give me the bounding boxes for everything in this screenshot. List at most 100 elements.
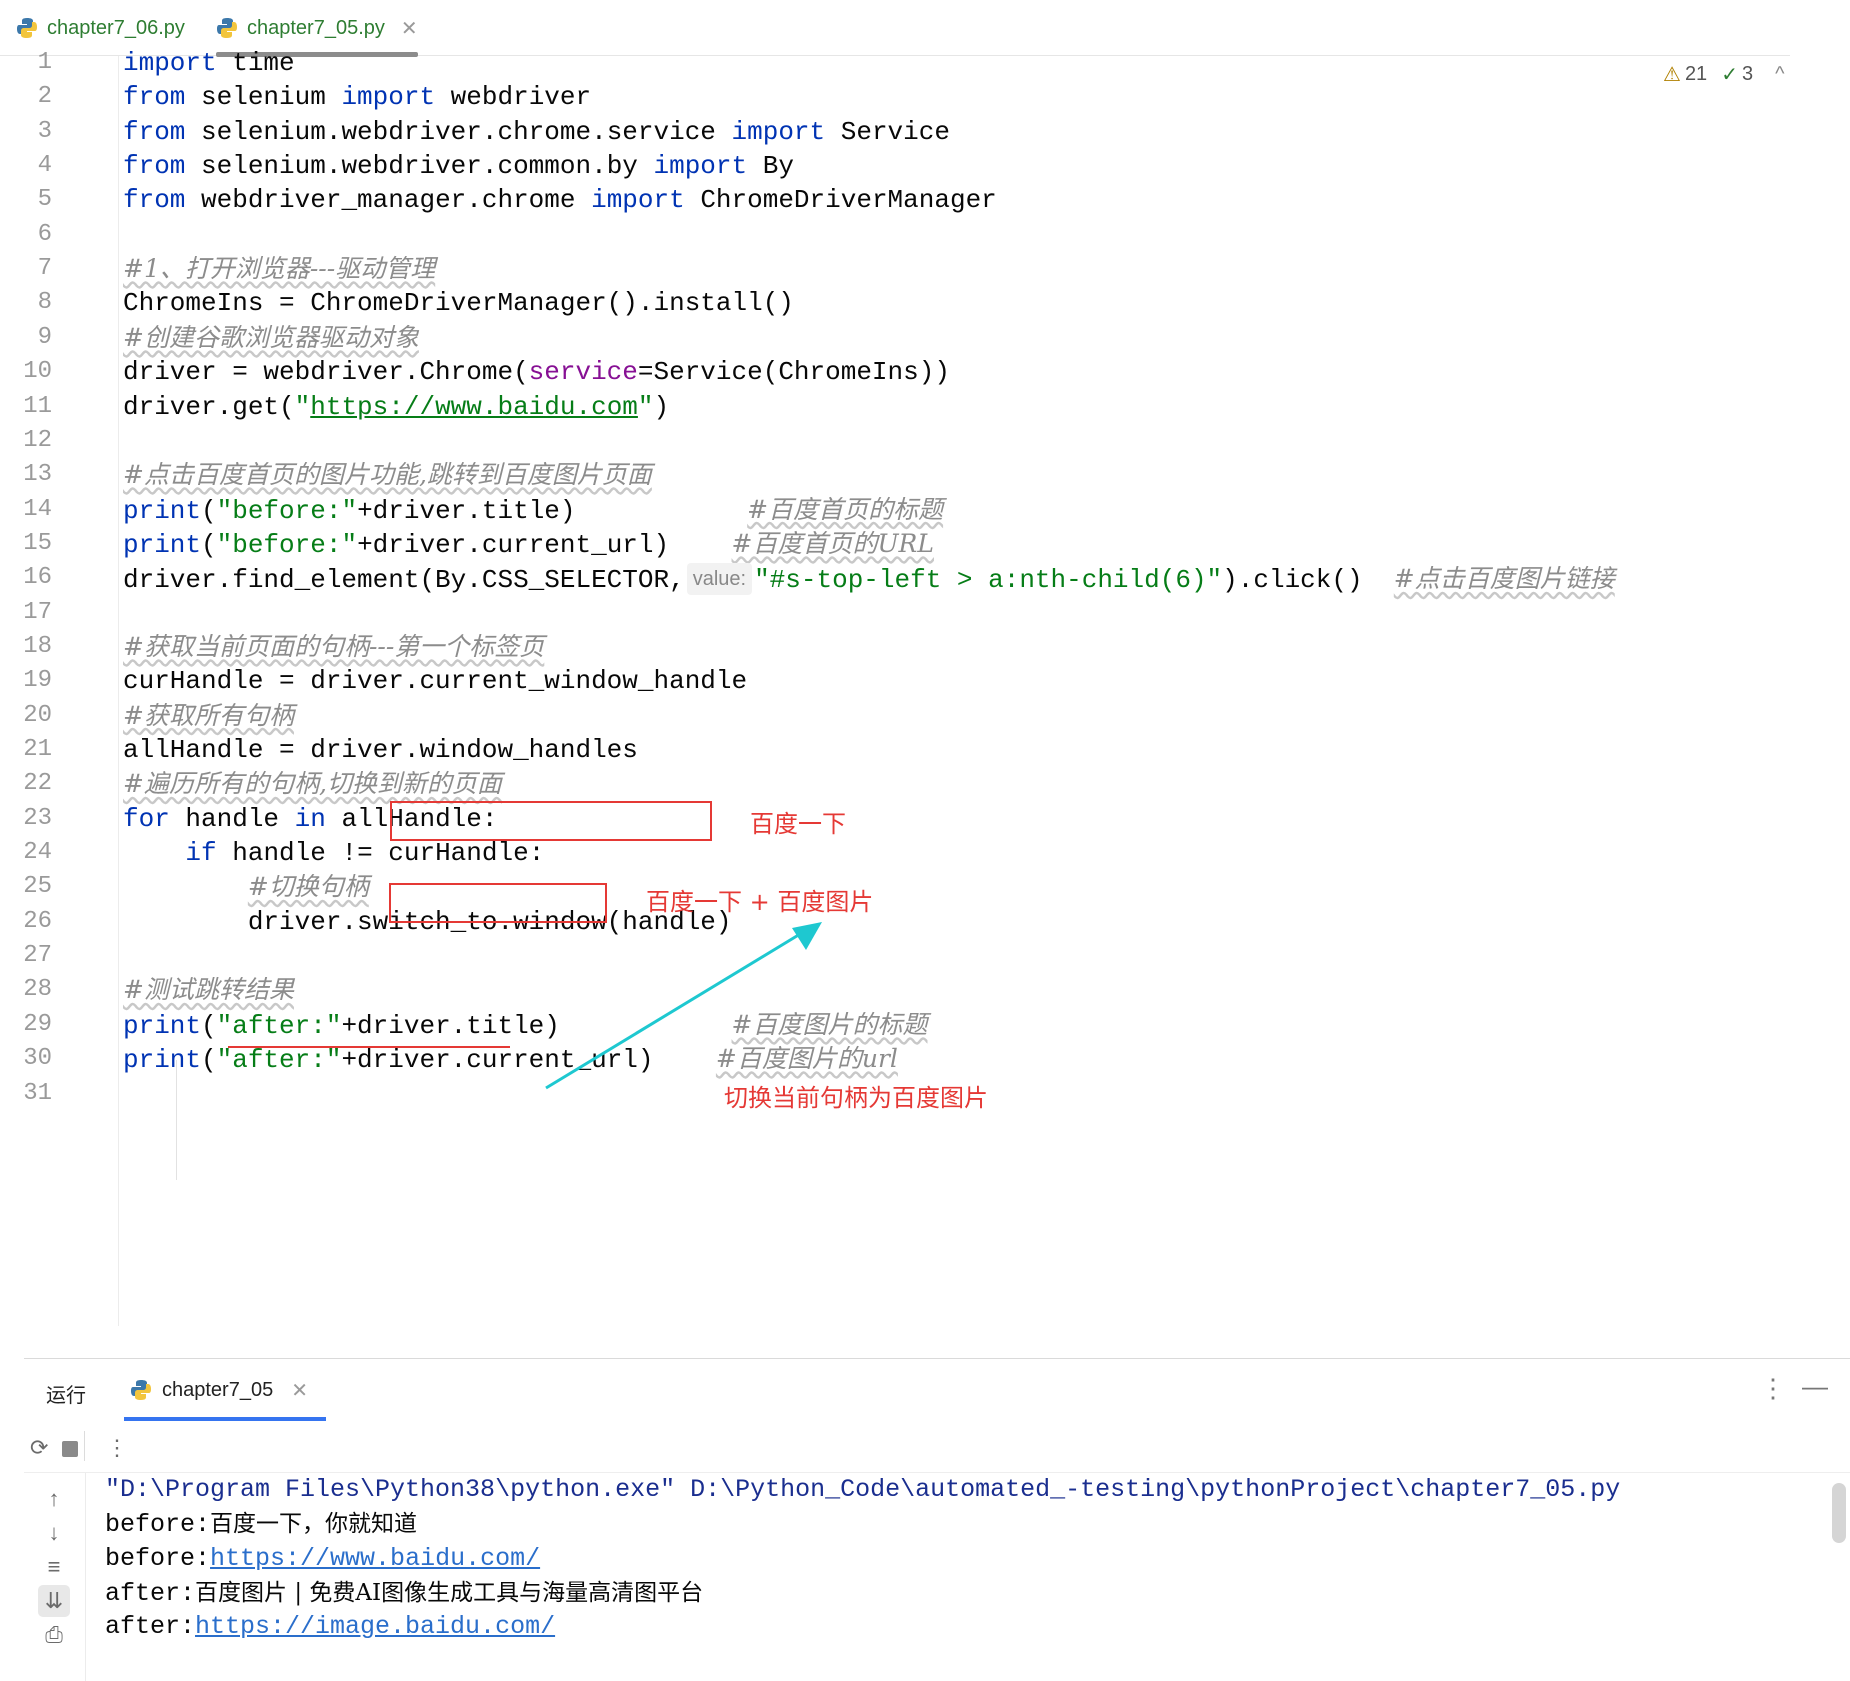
arrow-up-icon[interactable]: ↑ xyxy=(38,1483,70,1515)
console-line: before:https://www.baidu.com/ xyxy=(105,1543,541,1573)
annotation-arrow xyxy=(545,922,822,1090)
code-line[interactable]: driver = webdriver.Chrome(service=Servic… xyxy=(123,357,950,387)
code-line[interactable]: #测试跳转结果 xyxy=(123,975,294,1006)
line-number: 20 xyxy=(23,701,52,729)
console-side-toolbar: ↑ ↓ ≡ ⇊ ⎙ xyxy=(24,1473,86,1681)
line-number: 5 xyxy=(37,186,52,214)
python-file-icon xyxy=(17,18,37,38)
code-line[interactable]: curHandle = driver.current_window_handle xyxy=(123,666,747,696)
run-tool-window: 运行 chapter7_05 ✕ ⋮ — ⟳ ⋮ ↑ ↓ ≡ ⇊ ⎙ "D:\P… xyxy=(24,1358,1850,1681)
run-config-tab[interactable]: chapter7_05 ✕ xyxy=(124,1359,326,1421)
line-number: 30 xyxy=(23,1045,52,1073)
run-header: 运行 chapter7_05 ✕ ⋮ — xyxy=(24,1359,1850,1421)
scroll-to-end-icon[interactable]: ⇊ xyxy=(38,1585,70,1617)
line-number: 8 xyxy=(37,289,52,317)
line-number: 12 xyxy=(23,426,52,454)
line-number: 25 xyxy=(23,873,52,901)
code-editor[interactable]: ⚠ 21 ✓ 3 ^ 1 import time 2 from selenium im… xyxy=(0,48,1850,1338)
line-number: 2 xyxy=(37,83,52,111)
more-options-icon[interactable]: ⋮ xyxy=(1760,1373,1786,1404)
line-number: 4 xyxy=(37,152,52,180)
console-link[interactable]: https://image.baidu.com/ xyxy=(195,1612,555,1641)
arrow-down-icon[interactable]: ↓ xyxy=(38,1517,70,1549)
code-line[interactable]: #遍历所有的句柄,切换到新的页面 xyxy=(123,769,502,800)
code-line[interactable]: print("before:"+driver.title) #百度首页的标题 xyxy=(123,495,943,526)
line-number: 31 xyxy=(23,1079,52,1107)
arrow-shaft xyxy=(545,926,811,1090)
line-number: 6 xyxy=(37,220,52,248)
rerun-icon[interactable]: ⟳ xyxy=(30,1435,48,1461)
console-line: after:https://image.baidu.com/ xyxy=(105,1612,556,1642)
python-file-icon xyxy=(131,1380,151,1400)
print-icon[interactable]: ⎙ xyxy=(38,1619,70,1651)
line-number: 16 xyxy=(23,564,52,592)
code-line[interactable]: #获取所有句柄 xyxy=(123,701,294,732)
line-number: 23 xyxy=(23,804,52,832)
annotation-underline-if-condition xyxy=(228,1046,510,1048)
code-line[interactable]: #1、打开浏览器---驱动管理 xyxy=(123,254,435,285)
indent-guide xyxy=(176,1060,177,1180)
run-panel-title: 运行 xyxy=(46,1383,86,1407)
tab-label: chapter7_05.py xyxy=(247,16,385,39)
code-line[interactable]: import time xyxy=(123,48,295,78)
python-file-icon xyxy=(217,18,237,38)
run-toolbar: ⟳ ⋮ xyxy=(24,1421,1850,1473)
soft-wrap-icon[interactable]: ≡ xyxy=(38,1551,70,1583)
code-line[interactable]: #创建谷歌浏览器驱动对象 xyxy=(123,323,419,354)
code-line[interactable]: from webdriver_manager.chrome import Chr… xyxy=(123,185,997,215)
line-number: 13 xyxy=(23,461,52,489)
line-number: 3 xyxy=(37,117,52,145)
console-line: "D:\Program Files\Python38\python.exe" D… xyxy=(105,1475,1621,1504)
warning-count: 21 xyxy=(1684,63,1708,85)
line-number: 7 xyxy=(37,255,52,283)
code-line[interactable]: print("before:"+driver.current_url) #百度首… xyxy=(123,529,934,560)
line-number: 15 xyxy=(23,529,52,557)
tab-label: chapter7_06.py xyxy=(47,16,185,39)
line-number: 9 xyxy=(37,323,52,351)
code-line[interactable]: driver.get("https://www.baidu.com") xyxy=(123,392,669,422)
run-tab-label: chapter7_05 xyxy=(162,1378,274,1401)
line-number: 21 xyxy=(23,736,52,763)
minimize-icon[interactable]: — xyxy=(1802,1371,1828,1402)
code-line[interactable]: ChromeIns = ChromeDriverManager().instal… xyxy=(123,288,794,318)
line-number: 29 xyxy=(23,1010,52,1038)
line-number: 10 xyxy=(23,358,52,386)
line-number: 26 xyxy=(23,907,52,935)
line-number: 19 xyxy=(23,667,52,695)
chevron-up-icon[interactable]: ^ xyxy=(1775,63,1784,86)
check-icon: ✓ xyxy=(1721,64,1738,86)
ok-count: 3 xyxy=(1741,63,1754,85)
warning-icon: ⚠ xyxy=(1663,64,1681,86)
close-icon[interactable]: ✕ xyxy=(291,1378,308,1403)
toolbar-divider xyxy=(84,1431,85,1461)
line-number: 28 xyxy=(23,976,52,1004)
console-line: after:百度图片 | 免费AI图像生成工具与海量高清图平台 xyxy=(105,1578,704,1608)
close-icon[interactable]: ✕ xyxy=(401,16,418,41)
annotation-note-switch: 切换当前句柄为百度图片 xyxy=(724,1084,988,1112)
code-line[interactable]: #点击百度首页的图片功能,跳转到百度图片页面 xyxy=(123,460,652,491)
code-line[interactable]: from selenium.webdriver.chrome.service i… xyxy=(123,117,950,147)
stop-icon[interactable] xyxy=(62,1437,78,1463)
line-number: 24 xyxy=(23,839,52,867)
code-line[interactable]: driver.find_element(By.CSS_SELECTOR, valu… xyxy=(123,563,1615,596)
line-number: 22 xyxy=(23,770,52,798)
console-line: before:百度一下，你就知道 xyxy=(105,1510,418,1540)
code-line[interactable]: from selenium.webdriver.common.by import… xyxy=(123,151,794,181)
annotation-box-current-window-handle xyxy=(390,801,712,841)
gutter-divider xyxy=(118,56,119,1326)
annotation-note-baidu-plus-images: 百度一下 + 百度图片 xyxy=(646,888,874,916)
inspection-widget[interactable]: ⚠ 21 ✓ 3 ^ xyxy=(1663,62,1784,87)
code-line[interactable]: if handle != curHandle: xyxy=(123,838,544,868)
more-options-icon[interactable]: ⋮ xyxy=(106,1435,128,1461)
console-scrollbar[interactable] xyxy=(1832,1483,1846,1543)
line-number: 18 xyxy=(23,632,52,660)
line-number: 27 xyxy=(23,942,52,970)
line-number: 14 xyxy=(23,495,52,523)
console-link[interactable]: https://www.baidu.com/ xyxy=(210,1544,540,1573)
code-line[interactable]: #获取当前页面的句柄---第一个标签页 xyxy=(123,632,544,663)
code-line[interactable]: #切换句柄 xyxy=(123,872,369,903)
line-number: 1 xyxy=(37,49,52,76)
code-line[interactable]: from selenium import webdriver xyxy=(123,82,591,112)
line-number: 17 xyxy=(23,598,52,626)
code-line[interactable]: allHandle = driver.window_handles xyxy=(123,735,638,765)
